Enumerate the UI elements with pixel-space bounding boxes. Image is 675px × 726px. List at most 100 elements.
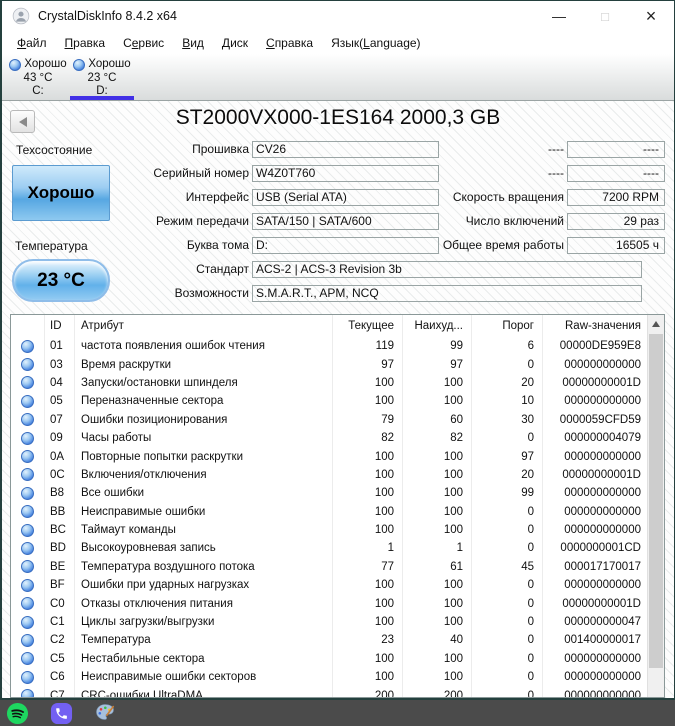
menu-disk[interactable]: Диск	[213, 33, 257, 53]
table-row[interactable]: 0A Повторные попытки раскрутки 100 100 9…	[11, 447, 647, 466]
drive-model-title: ST2000VX000-1ES164 2000,3 GB	[175, 106, 501, 129]
current-cell: 100	[333, 668, 403, 687]
raw-cell: 000000000000	[564, 579, 641, 592]
tab-status: Хорошо	[24, 58, 67, 70]
threshold-cell: 0	[472, 686, 543, 697]
scrollbar-thumb[interactable]	[649, 334, 663, 668]
current-column-header[interactable]: Текущее	[333, 315, 403, 337]
current-cell: 100	[333, 576, 403, 595]
field-value-box: 7200 RPM	[567, 188, 665, 206]
table-row[interactable]: BD Высокоуровневая запись 1 1 0 00000000…	[11, 539, 647, 558]
table-row[interactable]: 0C Включения/отключения 100 100 20 00000…	[11, 465, 647, 485]
smart-attributes-table: ID Атрибут Текущее Наихуд... Порог Raw-з…	[10, 314, 665, 698]
raw-cell: 000000004079	[564, 432, 641, 445]
scroll-up-button[interactable]	[648, 315, 664, 332]
paint-icon[interactable]	[93, 701, 117, 725]
table-row[interactable]: C6 Неисправимые ошибки секторов 100 100 …	[11, 668, 647, 687]
current-cell: 100	[333, 594, 403, 613]
status-orb-icon	[21, 652, 34, 666]
attribute-cell: Запуски/остановки шпинделя	[75, 373, 333, 393]
current-cell: 23	[333, 631, 403, 650]
table-row[interactable]: C5 Нестабильные сектора 100 100 0 000000…	[11, 649, 647, 669]
table-body: ID Атрибут Текущее Наихуд... Порог Raw-з…	[11, 315, 647, 697]
status-cell	[11, 484, 45, 503]
spotify-icon[interactable]	[5, 701, 29, 725]
table-row[interactable]: B8 Все ошибки 100 100 99 000000000000	[11, 484, 647, 503]
tab-temperature: 23 °C	[87, 71, 117, 84]
status-cell	[11, 428, 45, 448]
worst-cell: 99	[403, 337, 472, 356]
drive-tab-c[interactable]: Хорошо 43 °C C:	[6, 54, 70, 100]
current-cell: 100	[333, 392, 403, 411]
table-row[interactable]: 05 Переназначенные сектора 100 100 10 00…	[11, 392, 647, 411]
tab-status: Хорошо	[88, 58, 131, 70]
status-cell	[11, 649, 45, 669]
id-cell: C7	[45, 686, 75, 697]
field-label: Прошивка	[192, 142, 249, 156]
id-cell: 0A	[45, 447, 75, 466]
worst-cell: 100	[403, 520, 472, 540]
table-row[interactable]: 04 Запуски/остановки шпинделя 100 100 20…	[11, 373, 647, 393]
table-row[interactable]: 01 частота появления ошибок чтения 119 9…	[11, 337, 647, 356]
id-column-header[interactable]: ID	[45, 315, 75, 337]
current-cell: 200	[333, 686, 403, 697]
raw-cell: 00000000001D	[562, 468, 641, 481]
table-row[interactable]: BB Неисправимые ошибки 100 100 0 0000000…	[11, 502, 647, 521]
viber-icon[interactable]	[49, 701, 73, 725]
threshold-cell: 10	[472, 392, 543, 411]
worst-cell: 100	[403, 465, 472, 485]
current-cell: 100	[333, 484, 403, 503]
id-cell: C5	[45, 649, 75, 669]
worst-column-header[interactable]: Наихуд...	[403, 315, 472, 337]
current-cell: 100	[333, 520, 403, 540]
table-row[interactable]: C2 Температура 23 40 0 001400000017	[11, 631, 647, 650]
raw-cell: 000000000000	[564, 652, 641, 665]
back-button[interactable]	[10, 110, 35, 133]
id-cell: C6	[45, 668, 75, 687]
table-scrollbar[interactable]	[647, 315, 664, 697]
menu-view[interactable]: Вид	[173, 33, 213, 53]
threshold-column-header[interactable]: Порог	[472, 315, 543, 337]
crystaldiskinfo-window: CrystalDiskInfo 8.4.2 x64 — □ × Файл Пра…	[2, 1, 674, 698]
table-row[interactable]: BE Температура воздушного потока 77 61 4…	[11, 557, 647, 577]
title-bar: CrystalDiskInfo 8.4.2 x64 — □ ×	[2, 1, 674, 31]
field-label: Режим передачи	[156, 214, 249, 228]
table-row[interactable]: 09 Часы работы 82 82 0 000000004079	[11, 428, 647, 448]
id-cell: B8	[45, 484, 75, 503]
status-cell	[11, 668, 45, 687]
status-cell	[11, 520, 45, 540]
minimize-button[interactable]: —	[536, 1, 582, 31]
worst-cell: 100	[403, 392, 472, 411]
menu-file[interactable]: Файл	[8, 33, 56, 53]
maximize-button[interactable]: □	[582, 1, 628, 31]
attribute-cell: Ошибки позиционирования	[75, 410, 333, 429]
table-row[interactable]: C0 Отказы отключения питания 100 100 0 0…	[11, 594, 647, 613]
attribute-column-header[interactable]: Атрибут	[75, 315, 333, 337]
table-row[interactable]: C7 CRC-ошибки UltraDMA 200 200 0 0000000…	[11, 686, 647, 697]
close-button[interactable]: ×	[628, 1, 674, 31]
table-row[interactable]: 03 Время раскрутки 97 97 0 000000000000	[11, 355, 647, 374]
table-row[interactable]: BC Таймаут команды 100 100 0 00000000000…	[11, 520, 647, 540]
worst-cell: 100	[403, 612, 472, 632]
menu-edit[interactable]: Правка	[56, 33, 115, 53]
menu-service[interactable]: Сервис	[114, 33, 173, 53]
menu-help[interactable]: Справка	[257, 33, 322, 53]
status-cell	[11, 447, 45, 466]
field-label: Число включений	[465, 214, 564, 228]
threshold-cell: 0	[472, 668, 543, 687]
table-row[interactable]: C1 Циклы загрузки/выгрузки 100 100 0 000…	[11, 612, 647, 632]
info-field-row: ---- ----	[382, 161, 667, 185]
field-value-box: 16505 ч	[567, 236, 665, 254]
table-row[interactable]: BF Ошибки при ударных нагрузках 100 100 …	[11, 576, 647, 595]
table-row[interactable]: 07 Ошибки позиционирования 79 60 30 0000…	[11, 410, 647, 429]
status-cell	[11, 594, 45, 613]
drive-tab-d[interactable]: Хорошо 23 °C D:	[70, 54, 134, 100]
attribute-cell: Таймаут команды	[75, 520, 333, 540]
worst-cell: 61	[403, 557, 472, 577]
current-cell: 119	[333, 337, 403, 356]
menu-language[interactable]: Язык(Language)	[322, 33, 429, 53]
status-orb-icon	[21, 376, 34, 390]
raw-column-header[interactable]: Raw-значения	[543, 315, 647, 337]
worst-cell: 100	[403, 649, 472, 669]
menu-bar: Файл Правка Сервис Вид Диск Справка Язык…	[2, 31, 674, 54]
